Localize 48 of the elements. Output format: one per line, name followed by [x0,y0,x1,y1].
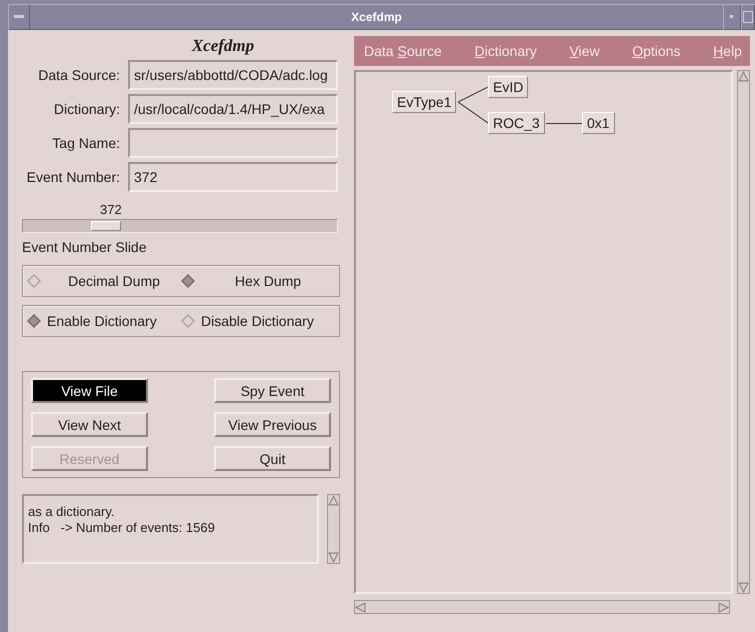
window-title: Xcefdmp [350,10,403,24]
field-label: Tag Name: [51,135,120,151]
field-label: Dictionary: [52,101,120,117]
scroll-down-icon[interactable] [738,582,749,593]
slider-value: 372 [100,202,123,217]
slider-label: Event Number Slide [22,239,148,255]
radio-diamond-icon[interactable] [27,314,41,328]
scrollbar[interactable] [737,70,750,594]
radio-label[interactable]: Decimal Dump [47,273,181,289]
log-line: Info -> Number of events: 1569 [28,520,216,536]
radio-diamond-icon[interactable] [181,274,195,288]
connector-line [458,87,488,103]
text-field[interactable]: /usr/local/coda/1.4/HP_UX/exa [128,94,338,124]
radio-label[interactable]: Disable Dictionary [201,313,314,329]
radio-diamond-icon[interactable] [27,274,41,288]
minimize-icon[interactable] [730,15,734,19]
tree-node[interactable]: ROC_3 [488,112,545,134]
field-label: Data Source: [37,67,120,83]
tree-node[interactable]: EvID [488,76,528,98]
scroll-left-icon[interactable] [355,602,366,612]
radio-label[interactable]: Hex Dump [201,273,335,289]
scroll-up-icon[interactable] [328,495,339,506]
radio-diamond-icon[interactable] [181,314,195,328]
maximize-icon[interactable] [743,11,753,23]
log-line: as a dictionary. [28,504,116,520]
tree-node[interactable]: EvType1 [392,91,456,113]
push-button[interactable]: View File [31,378,148,403]
field-label: Event Number: [26,169,120,185]
connector-line [458,102,488,124]
push-button[interactable]: Quit [214,446,331,471]
text-field[interactable]: 372 [128,162,338,192]
slider-track[interactable] [22,219,338,233]
push-button[interactable]: View Previous [214,412,331,437]
scrollbar[interactable] [327,494,340,564]
text-field[interactable]: sr/users/abbottd/CODA/adc.log [128,60,338,90]
tree-node[interactable]: 0x1 [582,112,615,134]
connector-line [546,123,582,124]
scroll-down-icon[interactable] [328,552,339,563]
radio-label[interactable]: Enable Dictionary [47,313,157,329]
window-menu-icon[interactable] [14,15,24,19]
push-button[interactable]: Spy Event [214,378,331,403]
push-button[interactable]: View Next [31,412,148,437]
text-field[interactable] [128,128,338,158]
scroll-up-icon[interactable] [738,71,749,82]
panel-title: Xcefdmp [190,36,256,57]
slider-thumb[interactable] [91,221,122,231]
scrollbar[interactable] [354,600,730,614]
scroll-right-icon[interactable] [718,602,729,612]
